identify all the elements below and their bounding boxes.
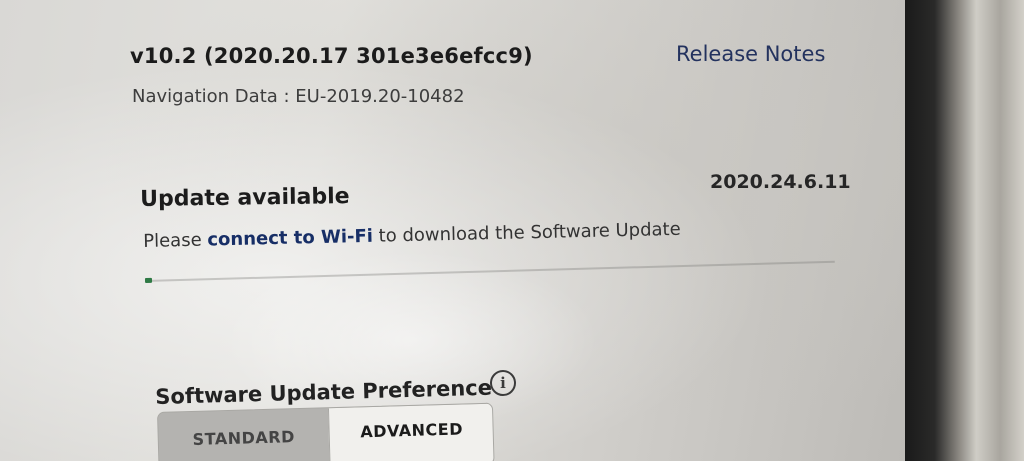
update-available-title: Update available	[140, 184, 350, 212]
release-notes-link[interactable]: Release Notes	[676, 42, 825, 66]
navigation-data-label: Navigation Data : EU-2019.20-10482	[132, 86, 465, 107]
update-message: Please connect to Wi-Fi to download the …	[143, 219, 681, 252]
update-message-suffix: to download the Software Update	[372, 218, 681, 247]
update-message-prefix: Please	[143, 229, 208, 252]
standard-option[interactable]: STANDARD	[158, 408, 330, 461]
update-progress-fill	[144, 277, 152, 283]
update-version: 2020.24.6.11	[710, 171, 851, 193]
software-version: v10.2 (2020.20.17 301e3e6efcc9)	[130, 44, 533, 68]
display-bezel	[905, 0, 1024, 461]
update-preference-selector[interactable]: STANDARD ADVANCED	[157, 402, 495, 461]
info-circle-icon[interactable]: i	[490, 370, 516, 396]
connect-wifi-link[interactable]: connect to Wi-Fi	[207, 226, 373, 251]
software-screen: v10.2 (2020.20.17 301e3e6efcc9) Release …	[0, 0, 905, 461]
advanced-option[interactable]: ADVANCED	[327, 403, 495, 461]
